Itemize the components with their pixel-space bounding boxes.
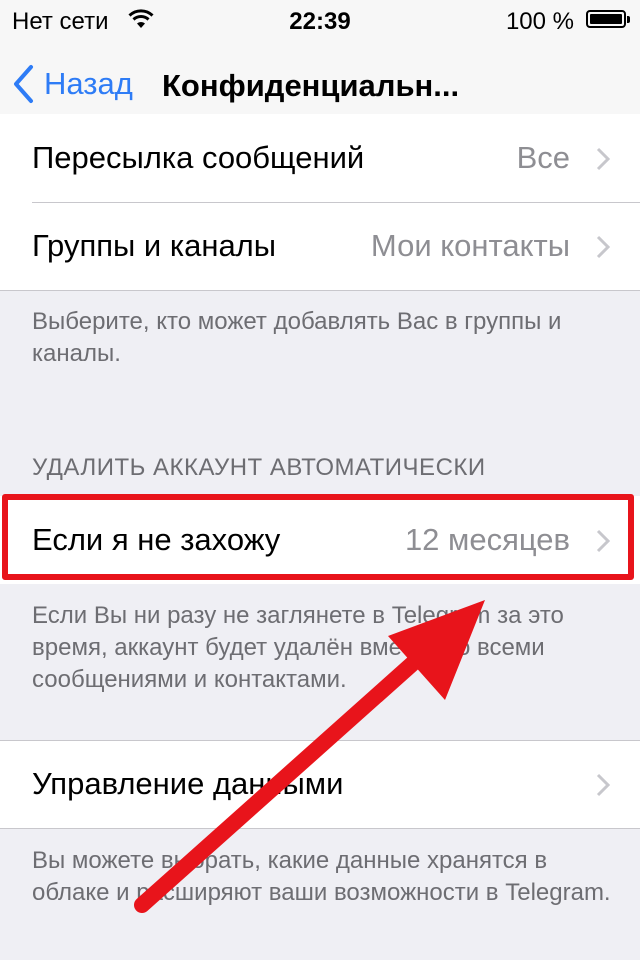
annotation-arrow bbox=[134, 600, 485, 913]
